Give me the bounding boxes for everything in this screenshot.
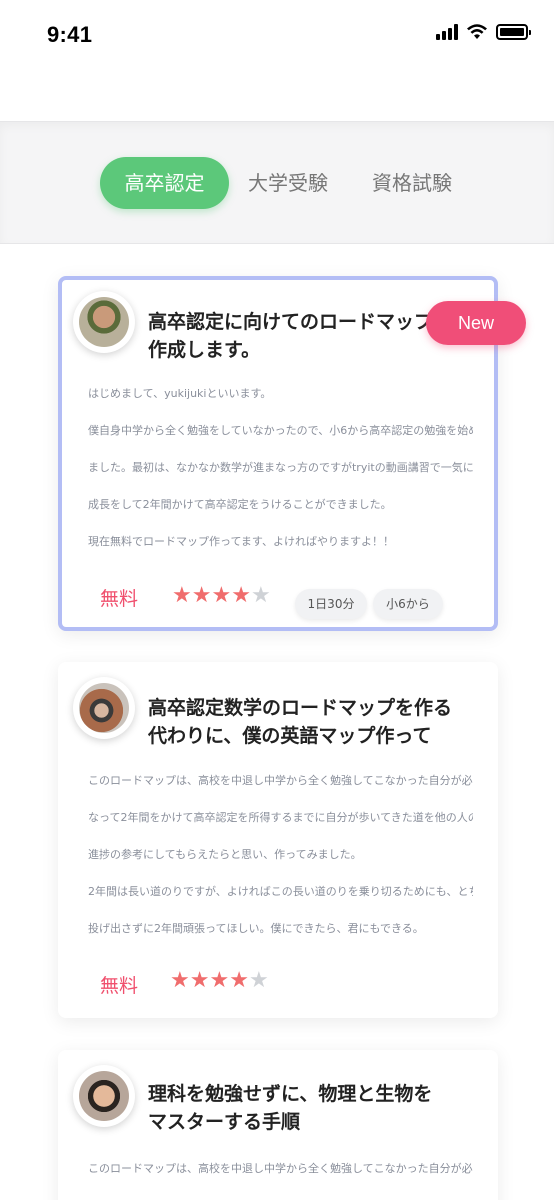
card-description: このロードマップは、高校を中退し中学から全く勉強してこなかった自分が必死に なっ… xyxy=(88,774,473,935)
star-icon: ★ xyxy=(248,968,269,993)
category-tabs: 高卒認定 大学受験 資格試験 xyxy=(0,121,554,244)
avatar xyxy=(73,291,135,353)
star-icon: ★ xyxy=(189,968,210,993)
star-icon: ★ xyxy=(170,968,190,993)
status-bar: 9:41 xyxy=(0,0,554,70)
roadmap-card[interactable]: 高卒認定数学のロードマップを作る 代わりに、僕の英語マップ作って このロードマッ… xyxy=(58,662,498,1018)
card-description: はじめまして、yukijukiといいます。 僕自身中学から全く勉強をしていなかっ… xyxy=(88,387,473,548)
star-icon: ★ xyxy=(250,583,271,608)
star-icon: ★ xyxy=(231,583,251,608)
status-icons xyxy=(436,24,531,40)
status-time: 9:41 xyxy=(47,22,93,47)
cellular-signal-icon xyxy=(436,24,458,40)
card-title: 理科を勉強せずに、物理と生物を マスターする手順 xyxy=(148,1083,433,1133)
star-icon: ★ xyxy=(191,583,212,608)
card-description: このロードマップは、高校を中退し中学から全く勉強してこなかった自分が必死に xyxy=(88,1162,473,1175)
avatar xyxy=(73,1065,135,1127)
rating-stars: ★ ★ ★ ★ ★ xyxy=(172,585,271,607)
tab-kousotsu-nintei[interactable]: 高卒認定 xyxy=(100,157,229,209)
rating-stars: ★ ★ ★ ★ ★ xyxy=(170,970,269,992)
tag-chip: 小6から xyxy=(373,589,443,619)
roadmap-card[interactable]: 理科を勉強せずに、物理と生物を マスターする手順 このロードマップは、高校を中退… xyxy=(58,1050,498,1200)
star-icon: ★ xyxy=(211,583,232,608)
star-icon: ★ xyxy=(209,968,230,993)
new-badge: New xyxy=(426,301,526,345)
tag-chip: 1日30分 xyxy=(295,589,367,619)
tab-daigaku-juken[interactable]: 大学受験 xyxy=(236,157,340,209)
price-label: 無料 xyxy=(100,975,139,997)
wifi-icon xyxy=(467,24,487,39)
star-icon: ★ xyxy=(229,968,249,993)
avatar xyxy=(73,677,135,739)
tab-shikaku-shiken[interactable]: 資格試験 xyxy=(360,157,464,209)
card-title: 高卒認定に向けてのロードマップ 作成します。 xyxy=(148,311,434,361)
star-icon: ★ xyxy=(172,583,192,608)
price-label: 無料 xyxy=(100,588,139,610)
card-title: 高卒認定数学のロードマップを作る 代わりに、僕の英語マップ作って xyxy=(148,697,453,747)
battery-icon xyxy=(496,24,531,40)
